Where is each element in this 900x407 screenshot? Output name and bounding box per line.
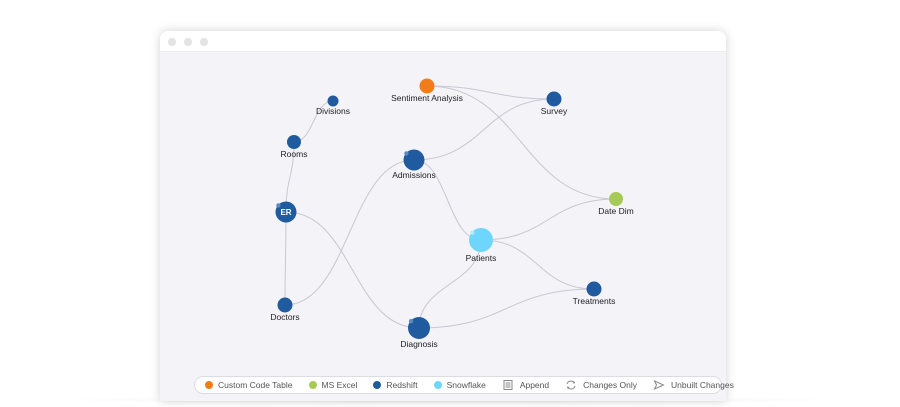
legend-item-custom-code-table: Custom Code Table <box>205 380 293 390</box>
node-circle-doctors[interactable] <box>277 297 293 313</box>
legend-label: Changes Only <box>583 380 637 390</box>
node-label-sentiment: Sentiment Analysis <box>391 93 463 103</box>
node-label-survey: Survey <box>541 106 568 116</box>
legend-label: Custom Code Table <box>218 380 293 390</box>
node-treatments[interactable]: Treatments <box>573 281 616 307</box>
node-label-datedim: Date Dim <box>598 206 633 216</box>
node-admissions[interactable]: Admissions <box>392 149 436 181</box>
node-circle-survey[interactable] <box>546 91 562 107</box>
edge-admissions-doctors <box>284 159 415 306</box>
stage: Sentiment Analysis Survey Divisions Rooms Ad… <box>0 0 900 407</box>
legend-item-changes-only: Changes Only <box>565 380 637 390</box>
legend-item-append: Append <box>502 380 549 390</box>
node-label-diagnosis: Diagnosis <box>400 339 437 349</box>
legend-item-redshift: Redshift <box>373 380 418 390</box>
orange-dot-icon <box>205 381 213 389</box>
graph-nodes: Sentiment Analysis Survey Divisions Rooms Ad… <box>270 78 634 349</box>
green-dot-icon <box>308 381 317 389</box>
legend-item-ms-excel: MS Excel <box>308 380 358 390</box>
node-label-treatments: Treatments <box>573 296 616 306</box>
unbuilt-changes-icon <box>653 380 665 390</box>
node-datedim[interactable]: Date Dim <box>598 192 634 216</box>
legend-item-unbuilt-changes: Unbuilt Changes <box>653 380 734 390</box>
node-circle-treatments[interactable] <box>586 281 602 297</box>
node-circle-sentiment[interactable] <box>419 78 435 94</box>
node-circle-datedim[interactable] <box>609 192 623 206</box>
legend-label: Redshift <box>386 380 418 390</box>
node-circle-divisions[interactable] <box>327 95 339 107</box>
node-label-er: ER <box>280 208 291 217</box>
node-status-dot <box>408 318 414 324</box>
node-sentiment[interactable]: Sentiment Analysis <box>391 78 463 104</box>
edge-patients-datedim <box>480 198 617 241</box>
node-diagnosis[interactable]: Diagnosis <box>400 317 438 349</box>
node-divisions[interactable]: Divisions <box>316 95 350 117</box>
node-label-doctors: Doctors <box>270 312 299 322</box>
node-er[interactable]: ER <box>275 201 297 223</box>
edge-admissions-survey <box>413 98 555 161</box>
app-window: Sentiment Analysis Survey Divisions Rooms Ad… <box>160 31 726 401</box>
legend-bar: Custom Code Table MS Excel Redshift Snowfla… <box>194 376 734 394</box>
edge-diagnosis-treatments <box>418 288 595 329</box>
append-icon <box>503 380 513 390</box>
node-status-dot <box>404 151 409 156</box>
node-label-divisions: Divisions <box>316 106 350 116</box>
node-circle-rooms[interactable] <box>287 135 301 149</box>
legend-label: Append <box>519 380 550 390</box>
legend-item-snowflake: Snowflake <box>433 380 486 390</box>
graph-edges <box>284 85 617 329</box>
node-label-rooms: Rooms <box>281 149 308 159</box>
node-patients[interactable]: Patients <box>466 228 497 263</box>
changes-only-icon <box>566 380 576 390</box>
node-label-admissions: Admissions <box>392 170 435 180</box>
node-label-patients: Patients <box>466 253 497 263</box>
edge-er-doctors <box>284 211 287 306</box>
legend-label: Unbuilt Changes <box>671 380 734 390</box>
node-doctors[interactable]: Doctors <box>270 297 300 323</box>
node-status-dot <box>470 230 475 235</box>
node-survey[interactable]: Survey <box>541 91 568 117</box>
legend-label: MS Excel <box>321 380 358 390</box>
light-blue-dot-icon <box>433 381 442 389</box>
edge-patients-treatments <box>480 239 595 290</box>
edge-er-diagnosis <box>285 211 420 329</box>
dependency-graph: Sentiment Analysis Survey Divisions Rooms Ad… <box>270 78 634 349</box>
blue-dot-icon <box>373 381 382 389</box>
legend-label: Snowflake <box>446 380 486 390</box>
